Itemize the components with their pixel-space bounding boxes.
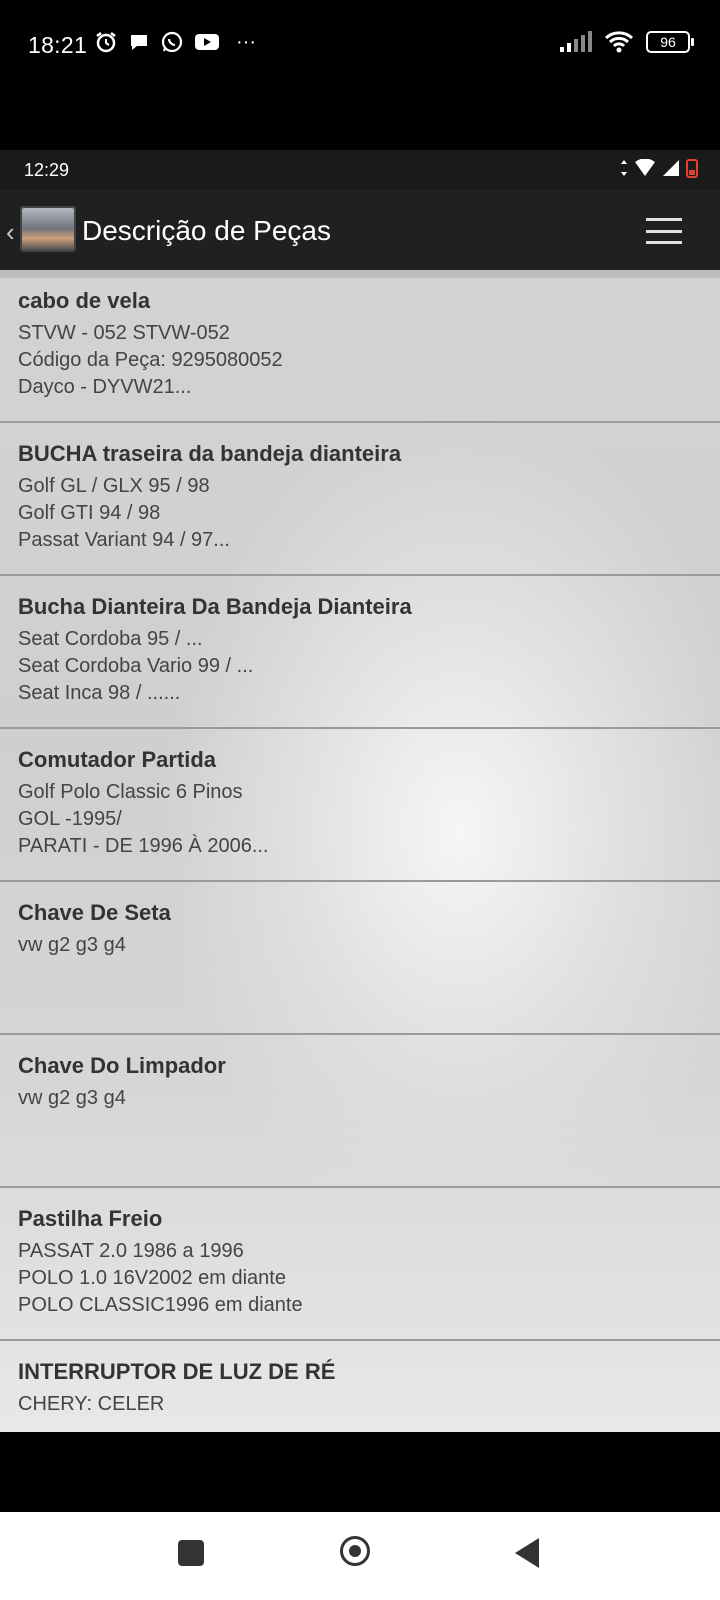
part-detail-line: Seat Cordoba 95 / ... bbox=[18, 628, 203, 650]
alarm-icon bbox=[96, 32, 116, 53]
list-item[interactable]: Pastilha Freio PASSAT 2.0 1986 a 1996 POLO… bbox=[0, 1188, 720, 1341]
more-notifications-icon: ··· bbox=[236, 30, 256, 53]
wifi-icon bbox=[604, 31, 634, 53]
square-recents-icon[interactable] bbox=[178, 1540, 204, 1566]
hamburger-menu-icon[interactable] bbox=[646, 218, 682, 244]
part-detail-line: vw g2 g3 g4 bbox=[18, 934, 126, 956]
part-detail-line: STVW - 052 STVW-052 bbox=[18, 322, 230, 344]
battery-low-icon bbox=[686, 159, 698, 178]
part-name: INTERRUPTOR DE LUZ DE RÉ bbox=[18, 1359, 336, 1384]
part-detail-line: Código da Peça: 9295080052 bbox=[18, 349, 283, 371]
part-detail-line bbox=[18, 1112, 702, 1139]
home-circle-icon[interactable] bbox=[340, 1536, 370, 1566]
part-detail-line: Passat Variant 94 / 97... bbox=[18, 529, 230, 551]
navigation-bar bbox=[0, 1512, 720, 1600]
part-name: Bucha Dianteira Da Bandeja Dianteira bbox=[18, 594, 412, 619]
signal-icon bbox=[560, 31, 592, 52]
part-detail-line: Dayco - DYVW21... bbox=[18, 376, 192, 398]
notification-icons: ··· bbox=[94, 30, 256, 54]
part-name: Comutador Partida bbox=[18, 747, 217, 772]
parts-list[interactable]: cabo de vela STVW - 052 STVW-052 Código da… bbox=[0, 270, 720, 1432]
part-detail-line: Seat Cordoba Vario 99 / ... bbox=[18, 655, 254, 677]
inner-status-bar: 12:29 bbox=[0, 150, 720, 190]
inner-status-icons bbox=[620, 158, 698, 178]
menu-bar bbox=[646, 218, 682, 221]
list-item[interactable]: Chave De Seta vw g2 g3 g4 bbox=[0, 882, 720, 1035]
part-detail-line: PARATI - DE 1996 À 2006... bbox=[18, 835, 269, 857]
list-item[interactable]: Comutador Partida Golf Polo Classic 6 Pin… bbox=[0, 729, 720, 882]
part-name: BUCHA traseira da bandeja dianteira bbox=[18, 441, 402, 466]
part-detail-line: Seat Inca 98 / ...... bbox=[18, 682, 181, 704]
back-arrow-icon[interactable]: ‹ bbox=[6, 217, 15, 248]
inner-status-time: 12:29 bbox=[24, 160, 70, 180]
part-name: Chave Do Limpador bbox=[18, 1053, 226, 1078]
part-detail-line: Golf GL / GLX 95 / 98 bbox=[18, 475, 210, 497]
part-detail-line: vw g2 g3 g4 bbox=[18, 1087, 126, 1109]
part-detail-line: GOL -1995/ bbox=[18, 808, 122, 830]
battery-level: 96 bbox=[660, 34, 676, 50]
youtube-icon bbox=[195, 34, 219, 50]
list-item[interactable]: BUCHA traseira da bandeja dianteira Golf … bbox=[0, 423, 720, 576]
part-detail-line: Golf Polo Classic 6 Pinos bbox=[18, 781, 243, 803]
part-detail-line bbox=[18, 986, 702, 1013]
parts-list-items: cabo de vela STVW - 052 STVW-052 Código da… bbox=[0, 270, 720, 1432]
list-item[interactable]: Bucha Dianteira Da Bandeja Dianteira Seat… bbox=[0, 576, 720, 729]
list-item[interactable]: Chave Do Limpador vw g2 g3 g4 bbox=[0, 1035, 720, 1188]
part-name: Chave De Seta bbox=[18, 900, 171, 925]
signal-icon bbox=[663, 160, 679, 176]
status-time: 18:21 bbox=[28, 32, 88, 58]
part-detail-line: PASSAT 2.0 1986 a 1996 bbox=[18, 1240, 244, 1262]
part-detail-line: POLO 1.0 16V2002 em diante bbox=[18, 1267, 286, 1289]
system-status-bar: 18:21 ··· 96 bbox=[0, 0, 720, 90]
menu-bar bbox=[646, 241, 682, 244]
part-name: Pastilha Freio bbox=[18, 1206, 163, 1231]
battery-icon: 96 bbox=[646, 31, 694, 53]
triangle-back-icon[interactable] bbox=[515, 1538, 539, 1568]
part-detail-line: POLO CLASSIC1996 em diante bbox=[18, 1294, 303, 1316]
car-logo-icon bbox=[20, 206, 76, 252]
list-item[interactable]: cabo de vela STVW - 052 STVW-052 Código da… bbox=[0, 270, 720, 423]
part-detail-line bbox=[18, 1418, 702, 1432]
chat-icon bbox=[131, 35, 147, 50]
part-detail-line bbox=[18, 1139, 702, 1166]
system-icons: 96 bbox=[560, 30, 694, 54]
app-bar: ‹ Descrição de Peças bbox=[0, 190, 720, 270]
page-title: Descrição de Peças bbox=[82, 215, 332, 246]
list-item[interactable]: INTERRUPTOR DE LUZ DE RÉ CHERY: CELER bbox=[0, 1341, 720, 1432]
data-arrows-icon bbox=[621, 160, 627, 176]
part-detail-line: Golf GTI 94 / 98 bbox=[18, 502, 161, 524]
wifi-icon bbox=[635, 159, 655, 176]
menu-bar bbox=[646, 229, 682, 233]
bottom-spacer bbox=[0, 1432, 720, 1512]
part-detail-line: CHERY: CELER bbox=[18, 1393, 165, 1415]
part-name: cabo de vela bbox=[18, 288, 151, 313]
whatsapp-icon bbox=[161, 31, 183, 53]
part-detail-line bbox=[18, 959, 702, 986]
